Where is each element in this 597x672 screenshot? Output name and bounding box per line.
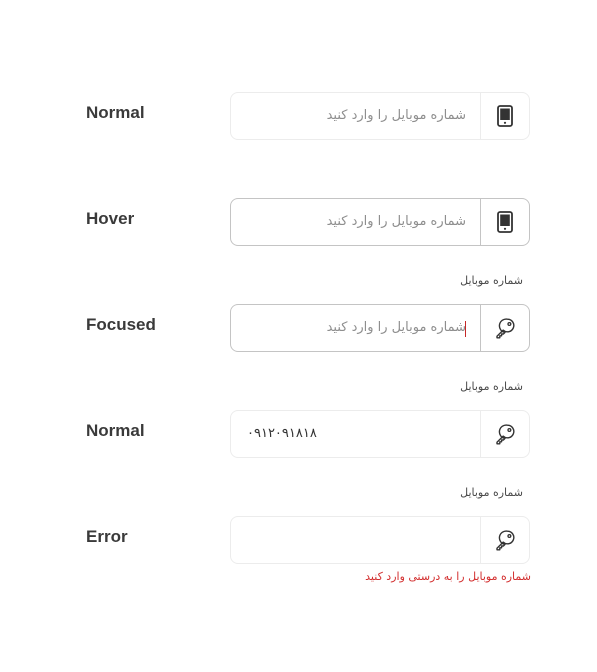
text-caret (465, 321, 466, 337)
mobile-input-focused[interactable]: شماره موبایل را وارد کنید (230, 304, 530, 352)
state-label-error: Error (86, 527, 128, 546)
state-label-focused: Focused (86, 315, 156, 334)
state-label-normal: Normal (86, 103, 145, 122)
mobile-input-normal[interactable]: شماره موبایل را وارد کنید (230, 92, 530, 140)
field-caption: شماره موبایل (460, 486, 523, 499)
mobile-input-filled[interactable]: ۰۹۱۲۰۹۱۸۱۸ (230, 410, 530, 458)
mobile-icon (480, 93, 529, 139)
mobile-input-placeholder: شماره موبایل را وارد کنید (326, 108, 466, 123)
field-caption: شماره موبایل (460, 380, 523, 393)
key-icon (480, 305, 529, 351)
error-message: شماره موبایل را به درستی وارد کنید (365, 570, 531, 583)
mobile-input-error[interactable] (230, 516, 530, 564)
key-icon (480, 411, 529, 457)
mobile-input-hover[interactable]: شماره موبایل را وارد کنید (230, 198, 530, 246)
key-icon (480, 517, 529, 563)
field-caption: شماره موبایل (460, 274, 523, 287)
mobile-input-value: ۰۹۱۲۰۹۱۸۱۸ (247, 426, 317, 441)
mobile-icon (480, 199, 529, 245)
mobile-input-placeholder: شماره موبایل را وارد کنید (326, 320, 466, 335)
mobile-input-placeholder: شماره موبایل را وارد کنید (326, 214, 466, 229)
state-label-hover: Hover (86, 209, 135, 228)
state-label-filled: Normal (86, 421, 145, 440)
